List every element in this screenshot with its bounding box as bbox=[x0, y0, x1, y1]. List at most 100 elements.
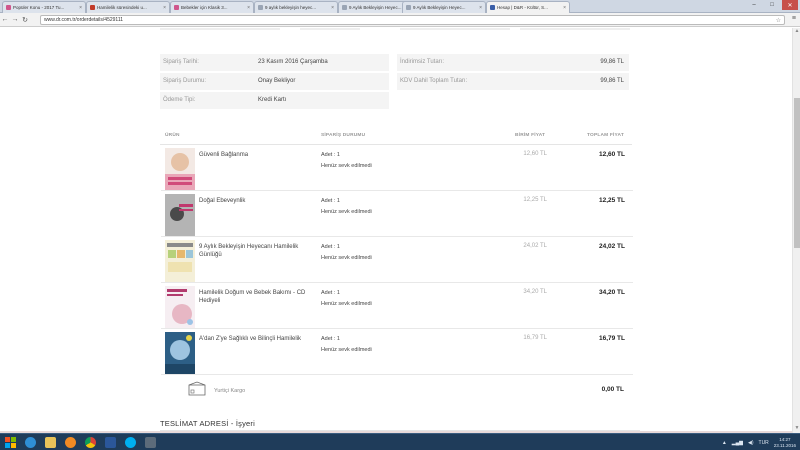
grand-total-label: KDV Dahil Toplam Tutarı: bbox=[400, 78, 468, 84]
cargo-row: Yurtiçi Kargo 0,00 TL bbox=[160, 378, 632, 402]
network-icon[interactable]: ▂▄▆ bbox=[732, 440, 743, 446]
tab-close-icon[interactable]: × bbox=[479, 5, 482, 11]
product-quantity: Adet : 1 bbox=[321, 336, 340, 342]
shipping-status: Henüz sevk edilmedi bbox=[321, 163, 372, 169]
tab-favicon bbox=[342, 5, 347, 10]
tab-close-icon[interactable]: × bbox=[563, 5, 566, 11]
row-total-price: 12,25 TL bbox=[598, 197, 625, 204]
product-quantity: Adet : 1 bbox=[321, 244, 340, 250]
maximize-button[interactable]: □ bbox=[766, 0, 778, 10]
subtotal-label: İndirimsiz Tutarı: bbox=[400, 59, 445, 65]
chrome-icon[interactable] bbox=[80, 434, 100, 450]
browser-tab[interactable]: 9 Aylık Bekleyişin Heyec... × bbox=[402, 1, 486, 13]
order-status-label: Sipariş Durumu: bbox=[163, 78, 207, 84]
row-total-price: 16,79 TL bbox=[598, 335, 625, 342]
table-row: Doğal Ebeveynlik Adet : 1 Henüz sevk edi… bbox=[161, 192, 633, 237]
browser-toolbar: ← → ↻ www.dr.com.tr/orderdetails/4529111… bbox=[0, 13, 800, 27]
product-name[interactable]: Güvenli Bağlanma bbox=[199, 151, 307, 159]
minimize-button[interactable]: – bbox=[748, 0, 760, 10]
book-cover-image[interactable] bbox=[165, 240, 195, 282]
language-indicator[interactable]: TUR bbox=[759, 440, 769, 446]
shipping-status: Henüz sevk edilmedi bbox=[321, 209, 372, 215]
order-date-row: Sipariş Tarihi: 23 Kasım 2016 Çarşamba bbox=[160, 54, 389, 71]
scrollbar-thumb[interactable] bbox=[794, 98, 800, 248]
product-quantity: Adet : 1 bbox=[321, 152, 340, 158]
shipping-status: Henüz sevk edilmedi bbox=[321, 347, 372, 353]
forward-arrow-icon[interactable]: → bbox=[10, 16, 20, 23]
folder-icon[interactable] bbox=[40, 434, 60, 450]
close-window-button[interactable]: ✕ bbox=[782, 0, 798, 10]
browser-tab[interactable]: Bebekler için Klasik 3... × bbox=[170, 1, 254, 13]
divider bbox=[160, 28, 280, 30]
tab-title: 9 aylık bekleyişin heyec... bbox=[265, 5, 317, 10]
browser-tab-active[interactable]: Hesap | D&R - Kültür, S... × bbox=[486, 1, 570, 13]
book-cover-image[interactable] bbox=[165, 332, 195, 374]
skype-icon[interactable] bbox=[120, 434, 140, 450]
tab-close-icon[interactable]: × bbox=[163, 5, 166, 11]
clock[interactable]: 14:27 23.11.2016 bbox=[774, 437, 796, 449]
windows-logo-icon bbox=[4, 436, 16, 448]
tab-title: Bebekler için Klasik 3... bbox=[181, 5, 228, 10]
table-row: Güvenli Bağlanma Adet : 1 Henüz sevk edi… bbox=[161, 146, 633, 191]
divider bbox=[300, 28, 360, 30]
column-header-product: ÜRÜN bbox=[165, 133, 180, 138]
product-name[interactable]: Doğal Ebeveynlik bbox=[199, 197, 307, 205]
payment-type-label: Ödeme Tipi: bbox=[163, 97, 196, 103]
media-player-icon[interactable] bbox=[60, 434, 80, 450]
browser-tab[interactable]: Hamilelik süresindeki u... × bbox=[86, 1, 170, 13]
bookmark-star-icon[interactable]: ☆ bbox=[776, 17, 781, 24]
tray-arrow-icon[interactable]: ▲ bbox=[722, 440, 727, 446]
payment-type-value: Kredi Kartı bbox=[258, 97, 287, 103]
browser-menu-icon[interactable]: ≡ bbox=[792, 15, 796, 22]
row-total-price: 12,60 TL bbox=[598, 151, 625, 158]
row-total-price: 24,02 TL bbox=[598, 243, 625, 250]
volume-icon[interactable]: ◀) bbox=[748, 440, 754, 446]
book-cover-image[interactable] bbox=[165, 286, 195, 328]
scroll-up-icon[interactable]: ▲ bbox=[793, 28, 800, 36]
tab-close-icon[interactable]: × bbox=[247, 5, 250, 11]
column-header-unit-price: BİRİM FİYAT bbox=[515, 133, 546, 138]
unit-price: 12,60 TL bbox=[523, 151, 547, 157]
system-tray: ▲ ▂▄▆ ◀) TUR 14:27 23.11.2016 bbox=[722, 434, 796, 450]
table-row: A'dan Z'ye Sağlıklı ve Bilinçli Hamileli… bbox=[161, 330, 633, 375]
ie-icon[interactable] bbox=[20, 434, 40, 450]
browser-tab[interactable]: Popüler Konu - 2017 Tu... × bbox=[2, 1, 86, 13]
scroll-down-icon[interactable]: ▼ bbox=[793, 425, 800, 433]
browser-tab[interactable]: 9 aylık bekleyişin heyec... × bbox=[254, 1, 338, 13]
tab-favicon bbox=[490, 5, 495, 10]
divider bbox=[520, 28, 630, 30]
tab-close-icon[interactable]: × bbox=[79, 5, 82, 11]
unit-price: 24,02 TL bbox=[523, 243, 547, 249]
page-scrollbar[interactable]: ▲ ▼ bbox=[792, 28, 800, 433]
tab-close-icon[interactable]: × bbox=[331, 5, 334, 11]
shipping-status: Henüz sevk edilmedi bbox=[321, 255, 372, 261]
product-quantity: Adet : 1 bbox=[321, 290, 340, 296]
grand-total-row: KDV Dahil Toplam Tutarı: 99,86 TL bbox=[397, 73, 629, 90]
tab-title: 9 Aylık Bekleyişin Heyec... bbox=[413, 5, 466, 10]
product-name[interactable]: Hamilelik Doğum ve Bebek Bakımı - CD Hed… bbox=[199, 289, 307, 305]
back-arrow-icon[interactable]: ← bbox=[0, 16, 10, 23]
subtotal-row: İndirimsiz Tutarı: 99,86 TL bbox=[397, 54, 629, 71]
book-cover-image[interactable] bbox=[165, 148, 195, 190]
product-name[interactable]: 9 Aylık Bekleyişin Heyecanı Hamilelik Gü… bbox=[199, 243, 307, 259]
divider bbox=[400, 28, 510, 30]
header-divider bbox=[160, 144, 632, 145]
table-row: Hamilelik Doğum ve Bebek Bakımı - CD Hed… bbox=[161, 284, 633, 329]
product-quantity: Adet : 1 bbox=[321, 198, 340, 204]
address-bar[interactable]: www.dr.com.tr/orderdetails/4529111 ☆ bbox=[40, 15, 785, 25]
windows-start-button[interactable] bbox=[0, 434, 20, 450]
tab-favicon bbox=[174, 5, 179, 10]
cargo-label: Yurtiçi Kargo bbox=[214, 388, 246, 394]
mail-icon[interactable] bbox=[140, 434, 160, 450]
word-icon[interactable] bbox=[100, 434, 120, 450]
unit-price: 12,25 TL bbox=[523, 197, 547, 203]
tab-title: Hamilelik süresindeki u... bbox=[97, 5, 147, 10]
column-header-total-price: TOPLAM FİYAT bbox=[587, 133, 624, 138]
clock-date: 23.11.2016 bbox=[773, 442, 796, 448]
reload-icon[interactable]: ↻ bbox=[20, 16, 30, 24]
table-row: 9 Aylık Bekleyişin Heyecanı Hamilelik Gü… bbox=[161, 238, 633, 283]
delivery-address-title: TESLİMAT ADRESİ - İşyeri bbox=[160, 419, 255, 428]
product-name[interactable]: A'dan Z'ye Sağlıklı ve Bilinçli Hamileli… bbox=[199, 335, 307, 343]
windows-taskbar: ▲ ▂▄▆ ◀) TUR 14:27 23.11.2016 bbox=[0, 433, 800, 450]
book-cover-image[interactable] bbox=[165, 194, 195, 236]
